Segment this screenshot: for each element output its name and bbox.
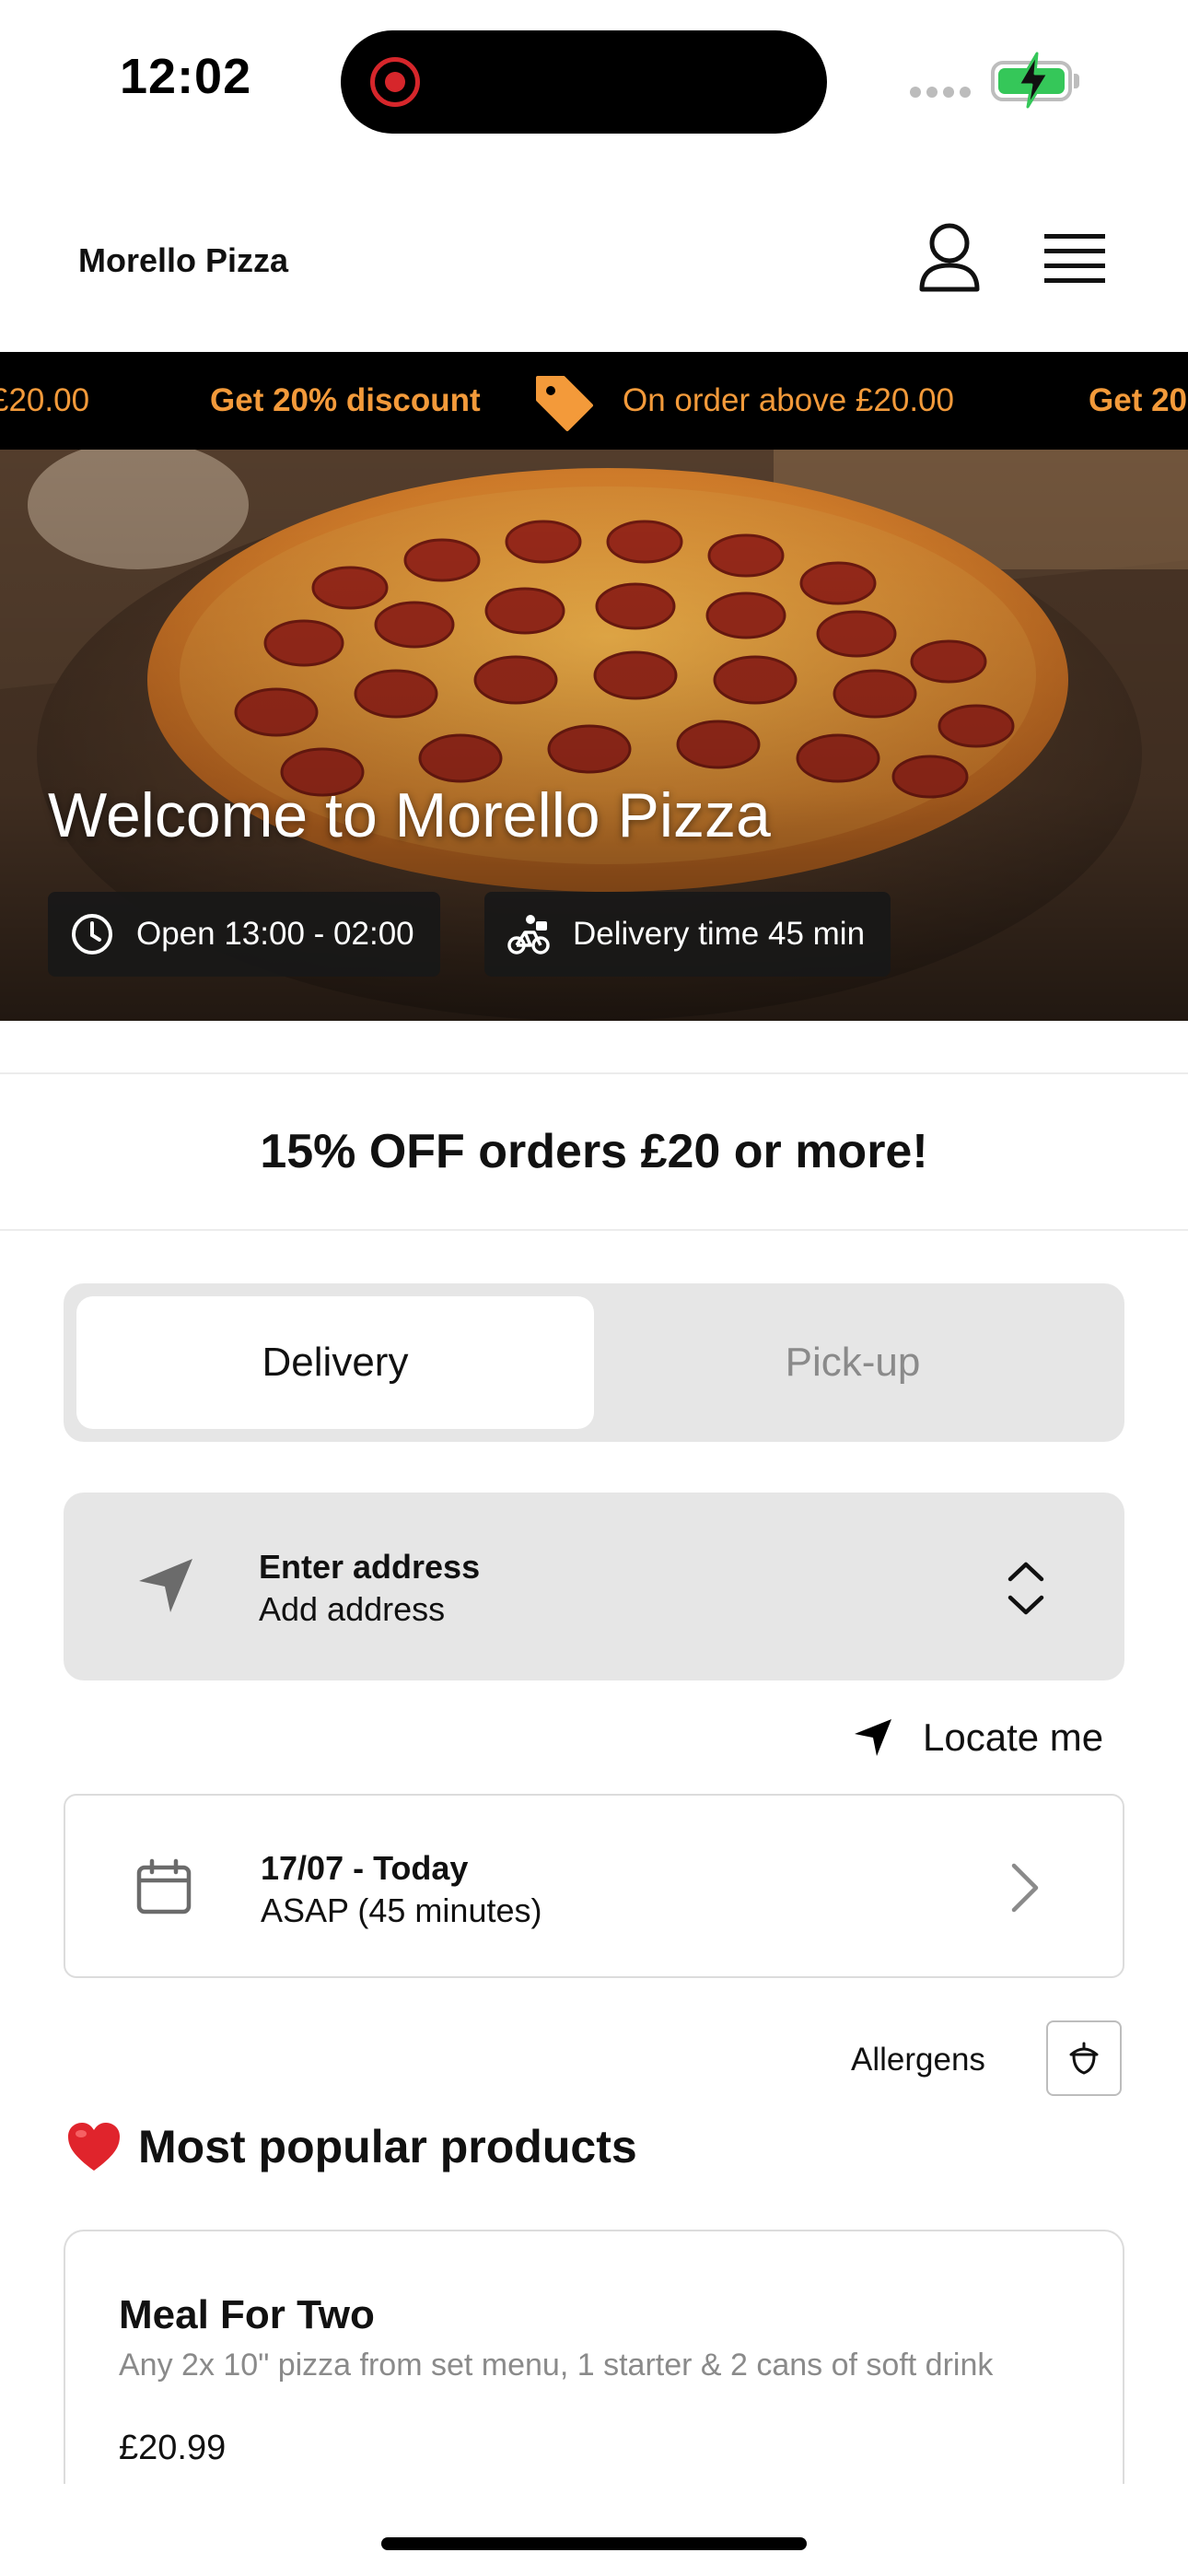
locate-me-label: Locate me xyxy=(923,1715,1104,1759)
locate-me-button[interactable]: Locate me xyxy=(851,1708,1103,1767)
order-type-toggle: Delivery Pick-up xyxy=(64,1283,1124,1442)
charging-bolt-icon xyxy=(1017,52,1050,109)
address-subtitle: Add address xyxy=(259,1590,446,1628)
product-name: Meal For Two xyxy=(119,2292,375,2337)
bottom-safe-area xyxy=(0,2484,1188,2576)
clock-icon xyxy=(72,914,112,954)
delivery-time-chip: Delivery time 45 min xyxy=(484,892,891,977)
schedule-selector[interactable]: 17/07 - Today ASAP (45 minutes) xyxy=(64,1794,1124,1978)
recording-indicator-icon xyxy=(370,57,420,107)
home-indicator[interactable] xyxy=(381,2537,807,2550)
ticker-text: On order above £20.00 xyxy=(623,382,954,418)
opening-hours-text: Open 13:00 - 02:00 xyxy=(136,916,414,952)
allergens-label: Allergens xyxy=(851,2042,985,2078)
cellular-signal-icon xyxy=(910,87,973,98)
allergens-button[interactable] xyxy=(1046,2020,1122,2096)
hamburger-menu-icon[interactable] xyxy=(1041,228,1109,287)
heart-icon xyxy=(68,2123,120,2171)
chevron-right-icon xyxy=(1011,1863,1039,1913)
status-bar: 12:02 xyxy=(0,0,1188,157)
schedule-date: 17/07 - Today xyxy=(261,1849,469,1887)
app-header: Morello Pizza xyxy=(0,184,1188,352)
dynamic-island xyxy=(341,30,827,134)
status-time: 12:02 xyxy=(120,49,252,104)
brand-name[interactable]: Morello Pizza xyxy=(78,241,288,280)
discount-banner: 15% OFF orders £20 or more! xyxy=(0,1072,1188,1231)
address-title: Enter address xyxy=(259,1548,481,1586)
hero-banner: Welcome to Morello Pizza Open 13:00 - 02… xyxy=(0,450,1188,1021)
tab-pickup[interactable]: Pick-up xyxy=(594,1296,1112,1429)
discount-text: 15% OFF orders £20 or more! xyxy=(260,1125,928,1178)
ticker-text: £20.00 xyxy=(0,382,90,418)
opening-hours-chip: Open 13:00 - 02:00 xyxy=(48,892,440,977)
navigation-arrow-icon xyxy=(139,1559,192,1612)
popular-products-heading: Most popular products xyxy=(64,2119,637,2174)
tab-delivery[interactable]: Delivery xyxy=(76,1296,594,1429)
acorn-icon xyxy=(1069,2042,1099,2075)
address-selector[interactable]: Enter address Add address xyxy=(64,1493,1124,1680)
calendar-icon xyxy=(136,1858,192,1914)
hero-title: Welcome to Morello Pizza xyxy=(48,780,771,850)
battery-cap xyxy=(1074,74,1079,88)
location-arrow-icon xyxy=(855,1719,891,1756)
ticker-text: Get 20 xyxy=(1089,382,1187,418)
promo-ticker: £20.00 Get 20% discount On order above £… xyxy=(0,352,1188,450)
delivery-time-text: Delivery time 45 min xyxy=(573,916,866,952)
popular-products-title: Most popular products xyxy=(138,2121,637,2172)
product-price: £20.99 xyxy=(119,2429,227,2467)
price-tag-icon xyxy=(536,376,593,431)
ticker-text: Get 20% discount xyxy=(210,382,481,418)
account-icon[interactable] xyxy=(916,221,983,295)
bicycle-courier-icon xyxy=(507,915,550,954)
product-description: Any 2x 10" pizza from set menu, 1 starte… xyxy=(119,2348,994,2383)
schedule-time: ASAP (45 minutes) xyxy=(261,1891,542,1929)
chevron-up-down-icon xyxy=(1007,1562,1044,1615)
